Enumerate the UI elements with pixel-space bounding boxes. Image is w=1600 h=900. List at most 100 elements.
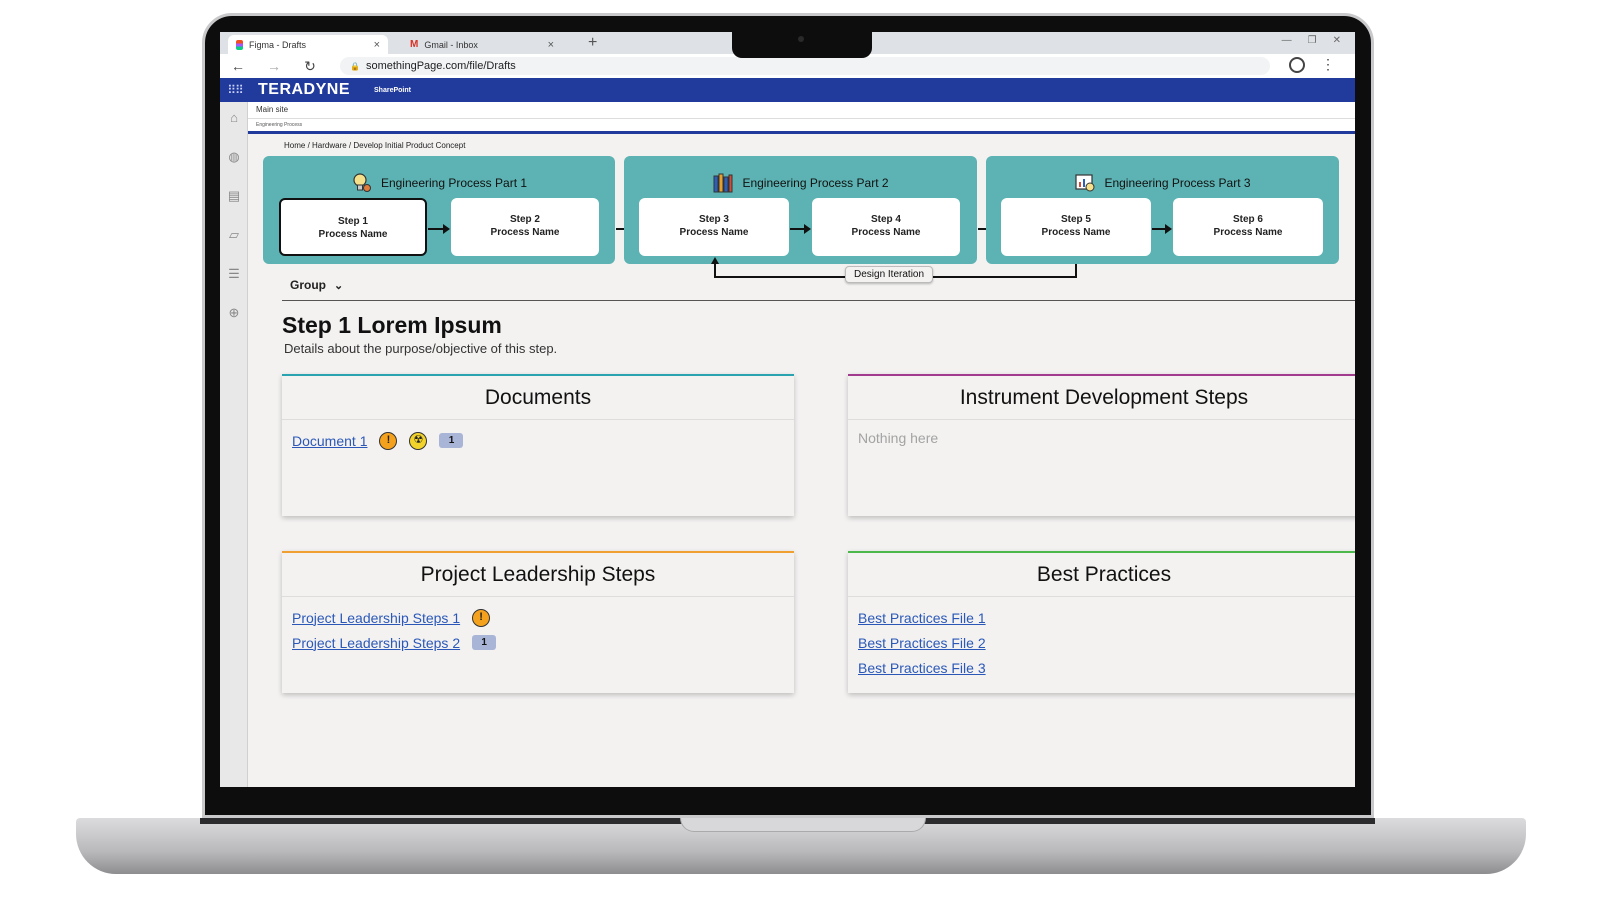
- group-dropdown[interactable]: Group ⌄: [290, 278, 343, 292]
- flow-arrow: [428, 224, 450, 234]
- sharepoint-suite-bar: ⠿⠿ TERADYNE SharePoint: [220, 78, 1355, 102]
- step-label: Step 1: [337, 216, 368, 227]
- flow-arrow: [790, 224, 811, 234]
- profile-icon[interactable]: [1289, 57, 1305, 73]
- document-link[interactable]: Document 1: [292, 433, 367, 449]
- empty-state-text: Nothing here: [858, 430, 939, 446]
- reload-icon[interactable]: ↻: [292, 58, 328, 75]
- page-title: Step 1 Lorem Ipsum: [282, 312, 502, 338]
- lock-icon: 🔒: [350, 61, 360, 71]
- breadcrumb[interactable]: Home / Hardware / Develop Initial Produc…: [284, 141, 465, 150]
- iteration-arrowhead: [711, 257, 719, 264]
- page-content: Home / Hardware / Develop Initial Produc…: [248, 134, 1355, 787]
- list-item: Project Leadership Steps 2 1: [292, 630, 784, 655]
- step-name: Process Name: [1213, 227, 1283, 238]
- minimize-icon[interactable]: —: [1282, 35, 1292, 46]
- sharepoint-label[interactable]: SharePoint: [374, 87, 411, 94]
- project-leadership-card: Project Leadership Steps Project Leaders…: [282, 551, 794, 693]
- gmail-icon: M: [410, 39, 419, 50]
- app-launcher-icon[interactable]: ⠿⠿: [220, 83, 250, 97]
- step-label: Step 3: [698, 214, 729, 225]
- address-bar[interactable]: 🔒 somethingPage.com/file/Drafts: [340, 57, 1270, 75]
- hazard-icon: ☢: [409, 431, 428, 450]
- best-practices-link[interactable]: Best Practices File 2: [858, 635, 986, 651]
- section-divider: [282, 300, 1355, 301]
- list-item: Best Practices File 3: [858, 655, 1350, 680]
- lightbulb-gear-icon: [353, 173, 371, 192]
- home-icon[interactable]: ⌂: [226, 110, 242, 126]
- step-2-card[interactable]: Step 2 Process Name: [451, 198, 599, 256]
- group-label: Group: [290, 278, 326, 292]
- tab-figma[interactable]: Figma - Drafts ×: [228, 35, 388, 54]
- step-name: Process Name: [1041, 227, 1111, 238]
- site-divider: [248, 118, 1355, 119]
- warning-icon: !: [379, 431, 398, 450]
- new-tab-button[interactable]: +: [588, 34, 597, 52]
- step-6-card[interactable]: Step 6 Process Name: [1173, 198, 1323, 256]
- tab-gmail[interactable]: M Gmail - Inbox ×: [402, 35, 562, 54]
- figma-icon: [236, 39, 243, 50]
- process-part-2: Engineering Process Part 2 Step 3 Proces…: [624, 156, 977, 264]
- news-icon[interactable]: ▤: [226, 188, 242, 204]
- analytics-icon: [1075, 174, 1095, 192]
- process-part-label: Engineering Process Part 3: [1104, 176, 1251, 190]
- card-title: Best Practices: [848, 553, 1355, 597]
- process-part-title: Engineering Process Part 1: [263, 172, 615, 194]
- chevron-down-icon: ⌄: [334, 279, 344, 292]
- step-5-card[interactable]: Step 5 Process Name: [1001, 198, 1151, 256]
- back-icon[interactable]: ←: [220, 58, 256, 74]
- restore-icon[interactable]: ❐: [1308, 35, 1317, 46]
- step-3-card[interactable]: Step 3 Process Name: [639, 198, 789, 256]
- tab-title: Gmail - Inbox: [424, 39, 478, 50]
- step-label: Step 5: [1060, 214, 1091, 225]
- best-practices-card: Best Practices Best Practices File 1 Bes…: [848, 551, 1355, 693]
- step-label: Step 6: [1232, 214, 1263, 225]
- site-title[interactable]: Main site: [256, 105, 288, 114]
- step-label: Step 2: [509, 214, 540, 225]
- books-icon: [713, 173, 733, 193]
- step-1-card[interactable]: Step 1 Process Name: [279, 198, 427, 256]
- list-item: Project Leadership Steps 1 !: [292, 605, 784, 630]
- card-title: Instrument Development Steps: [848, 376, 1355, 420]
- instrument-development-card: Instrument Development Steps Nothing her…: [848, 374, 1355, 516]
- brand-logo[interactable]: TERADYNE: [258, 81, 350, 99]
- best-practices-link[interactable]: Best Practices File 1: [858, 610, 986, 626]
- url-text: somethingPage.com/file/Drafts: [365, 60, 516, 72]
- close-tab-icon[interactable]: ×: [374, 39, 380, 51]
- process-part-3: Engineering Process Part 3 Step 5 Proces…: [986, 156, 1339, 264]
- leadership-link[interactable]: Project Leadership Steps 1: [292, 610, 460, 626]
- list-item: Document 1 ! ☢ 1: [292, 428, 784, 453]
- step-name: Process Name: [318, 229, 388, 240]
- step-4-card[interactable]: Step 4 Process Name: [812, 198, 960, 256]
- best-practices-link[interactable]: Best Practices File 3: [858, 660, 986, 676]
- design-iteration-label: Design Iteration: [845, 266, 934, 283]
- add-circle-icon[interactable]: ⊕: [226, 305, 242, 321]
- close-tab-icon[interactable]: ×: [548, 39, 554, 51]
- process-part-title: Engineering Process Part 3: [986, 172, 1339, 194]
- tab-title: Figma - Drafts: [249, 39, 307, 50]
- warning-icon: !: [472, 608, 491, 627]
- subsite-title[interactable]: Engineering Process: [256, 122, 302, 128]
- left-rail: ⌂ ◍ ▤ ▱ ☰ ⊕: [220, 102, 248, 787]
- list-item: Best Practices File 2: [858, 630, 1350, 655]
- notebook-icon[interactable]: ▱: [226, 227, 242, 243]
- camera-icon: [798, 36, 804, 42]
- screen: Figma - Drafts × M Gmail - Inbox × + — ❐…: [220, 32, 1355, 787]
- window-controls: — ❐ ✕: [1282, 35, 1341, 46]
- site-header: Main site Engineering Process: [248, 102, 1355, 134]
- step-name: Process Name: [851, 227, 921, 238]
- globe-icon[interactable]: ◍: [226, 149, 242, 165]
- process-part-label: Engineering Process Part 2: [742, 176, 889, 190]
- laptop-trackpad-notch: [680, 818, 926, 832]
- count-badge: 1: [472, 635, 497, 650]
- list-icon[interactable]: ☰: [226, 266, 242, 282]
- page-description: Details about the purpose/objective of t…: [284, 341, 558, 356]
- card-title: Documents: [282, 376, 794, 420]
- documents-card: Documents Document 1 ! ☢ 1: [282, 374, 794, 516]
- leadership-link[interactable]: Project Leadership Steps 2: [292, 635, 460, 651]
- forward-icon[interactable]: →: [256, 58, 292, 74]
- process-part-label: Engineering Process Part 1: [380, 176, 528, 190]
- card-title: Project Leadership Steps: [282, 553, 794, 597]
- close-window-icon[interactable]: ✕: [1333, 35, 1341, 46]
- more-menu-icon[interactable]: ⋮: [1321, 56, 1335, 73]
